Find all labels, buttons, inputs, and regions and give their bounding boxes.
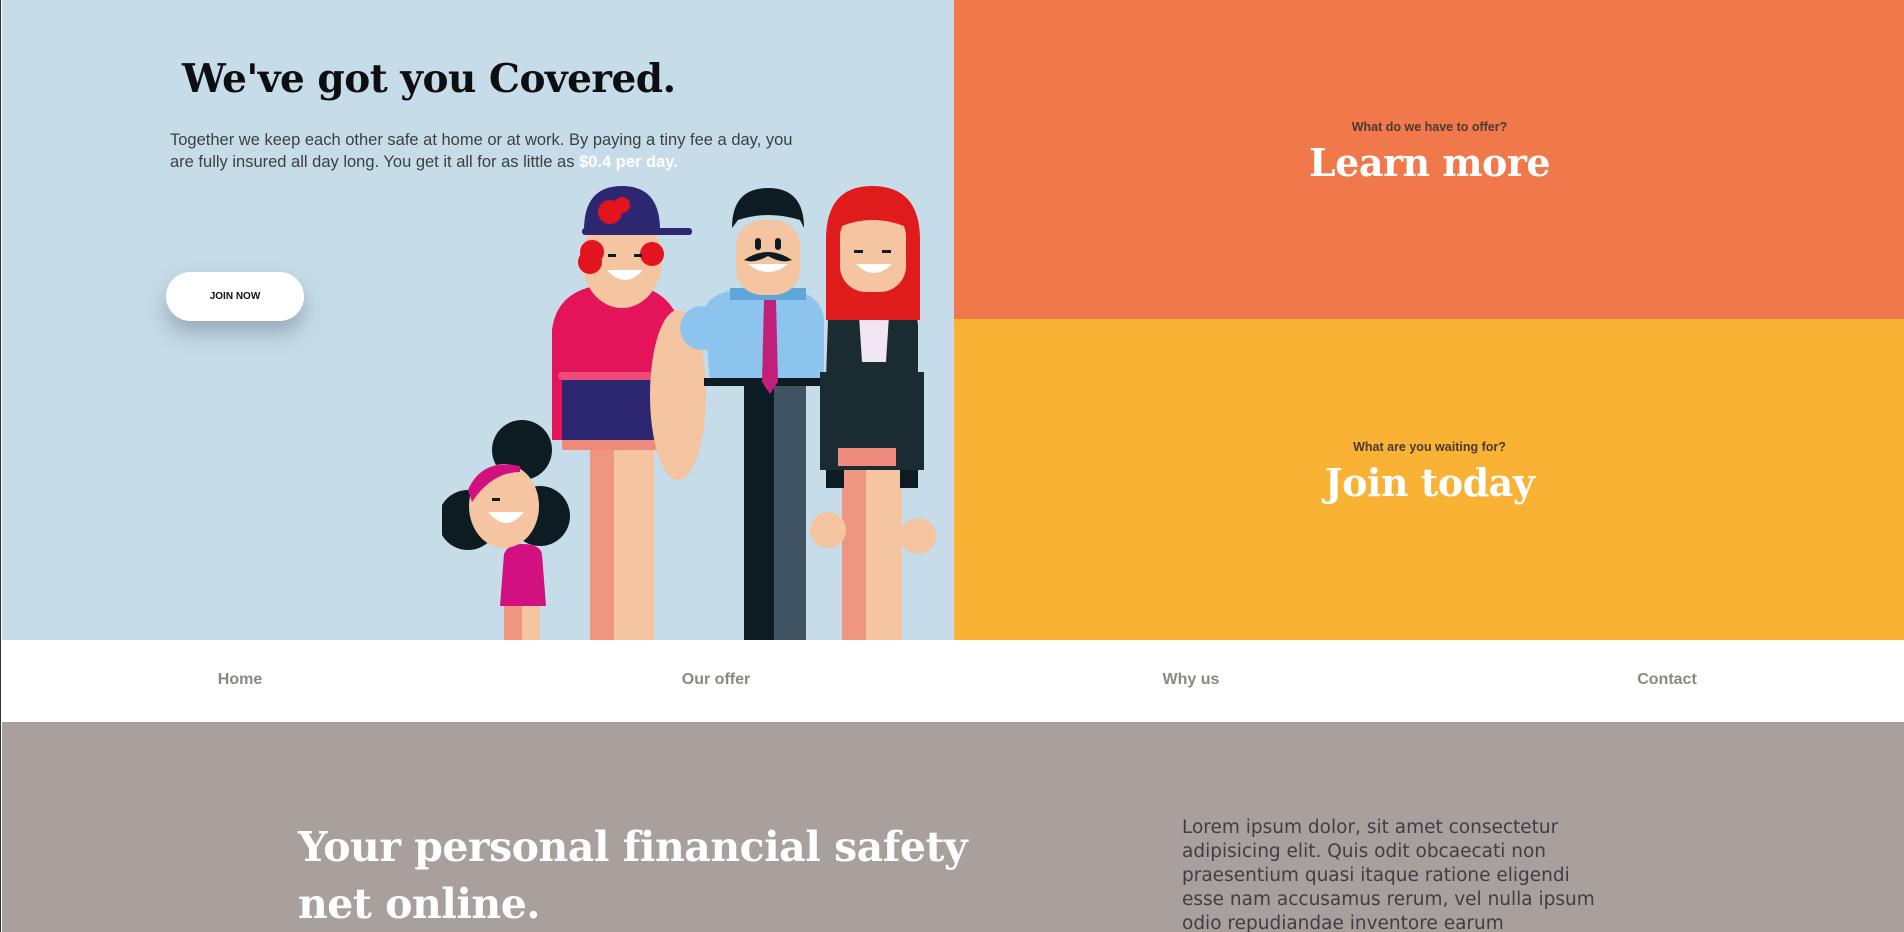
join-eyebrow: What are you waiting for? [1353,440,1506,454]
offer-eyebrow: What do we have to offer? [1351,120,1508,134]
nav-item-our-offer[interactable]: Our offer [682,671,750,689]
hero-section: We've got you Covered. Together we keep … [2,0,954,640]
hero-title: We've got you Covered. [182,56,676,102]
page: We've got you Covered. Together we keep … [0,0,1904,932]
person-cap-guy [552,186,706,640]
nav-item-why-us[interactable]: Why us [1163,671,1220,689]
section-title: Your personal financial safety net onlin… [298,823,968,928]
learn-more-link[interactable]: Learn more [1309,140,1551,185]
nav-item-home[interactable]: Home [218,671,262,689]
join-panel[interactable]: What are you waiting for? Join today [954,319,1904,640]
offer-panel[interactable]: What do we have to offer? Learn more [954,0,1904,319]
main-nav: Home Our offer Why us Contact [2,640,1904,722]
person-girl [442,420,570,640]
join-now-button[interactable]: JOIN NOW [166,272,304,321]
safety-net-section: Your personal financial safety net onlin… [2,722,1904,932]
join-today-link[interactable]: Join today [1325,460,1535,505]
section-description: Lorem ipsum dolor, sit amet consectetur … [1182,817,1595,932]
nav-item-contact[interactable]: Contact [1637,671,1697,689]
family-illustration [442,186,936,640]
person-red-hair-mom [810,186,936,640]
